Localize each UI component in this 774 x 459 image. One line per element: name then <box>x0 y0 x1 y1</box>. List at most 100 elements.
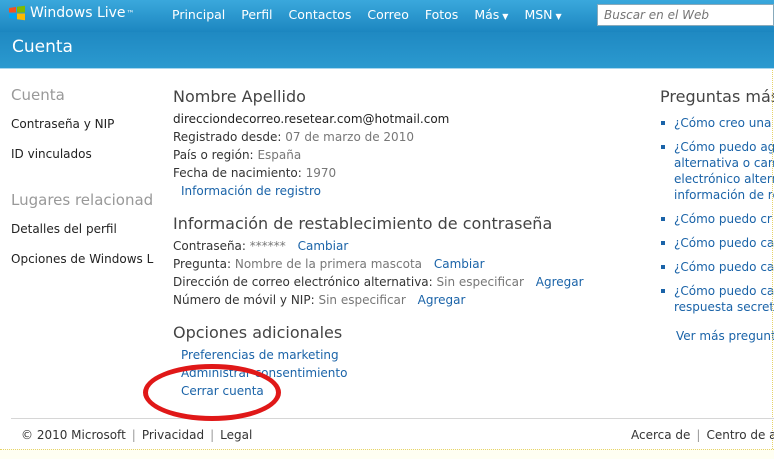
footer-center-link[interactable]: Centro de a <box>706 428 774 442</box>
windows-flag-icon <box>9 5 25 21</box>
sidebar-link-windows-options[interactable]: Opciones de Windows L <box>11 252 161 266</box>
faq-item-line: ¿Cómo puedo ca <box>674 236 774 250</box>
mobile-label: Número de móvil y NIP: <box>173 293 315 307</box>
nav-item-perfil[interactable]: Perfil <box>241 7 272 22</box>
main-content: Nombre Apellido direcciondecorreo.resete… <box>173 87 633 414</box>
red-circle-annotation <box>143 364 281 421</box>
sidebar-link-password[interactable]: Contraseña y NIP <box>11 117 161 131</box>
windows-live-logo[interactable]: Windows Live ™ <box>8 5 135 21</box>
nav-item-label: Correo <box>367 7 409 22</box>
faq-item-line: ¿Cómo puedo cr <box>674 212 772 226</box>
faq-item[interactable]: ¿Cómo puedo ca <box>660 235 774 251</box>
birth-row: Fecha de nacimiento: 1970 <box>173 164 633 182</box>
faq-item[interactable]: ¿Cómo puedo cr <box>660 211 774 227</box>
birth-label: Fecha de nacimiento: <box>173 166 302 180</box>
add-mobile-link[interactable]: Agregar <box>418 293 466 307</box>
country-value: España <box>257 148 302 162</box>
password-label: Contraseña: <box>173 239 246 253</box>
add-alt-email-link[interactable]: Agregar <box>536 275 584 289</box>
profile-name: Nombre Apellido <box>173 87 306 106</box>
nav-item-correo[interactable]: Correo <box>367 7 409 22</box>
nav-item-label: Fotos <box>424 7 459 22</box>
faq-item[interactable]: ¿Cómo puedo ca respuesta secreta <box>660 283 774 315</box>
faq-item-line: electrónico altern <box>674 172 774 186</box>
change-password-link[interactable]: Cambiar <box>298 239 349 253</box>
top-bar: Windows Live ™ Principal Perfil Contactos Co… <box>0 0 774 32</box>
registration-info-link[interactable]: Información de registro <box>181 184 321 198</box>
faq-item-line: respuesta secreta <box>674 300 774 314</box>
nav-item-label: MSN <box>524 7 553 22</box>
mobile-value: Sin especificar <box>318 293 406 307</box>
footer-separator: | <box>131 428 136 442</box>
faq-item-line: ¿Cómo puedo ca <box>674 284 774 298</box>
nav-item-fotos[interactable]: Fotos <box>425 7 458 22</box>
registered-value: 07 de marzo de 2010 <box>285 130 414 144</box>
country-label: País o región: <box>173 148 254 162</box>
country-row: País o región: España <box>173 146 633 164</box>
profile-email: direcciondecorreo.resetear.com@hotmail.c… <box>173 112 450 126</box>
birth-value: 1970 <box>305 166 337 180</box>
faq-title: Preguntas más <box>660 87 774 106</box>
registered-label: Registrado desde: <box>173 130 282 144</box>
alt-email-label: Dirección de correo electrónico alternat… <box>173 275 433 289</box>
profile-section: Nombre Apellido direcciondecorreo.resete… <box>173 87 633 200</box>
registration-info-row: Información de registro <box>173 182 633 200</box>
password-row: Contraseña: ****** Cambiar <box>173 237 633 255</box>
password-value: ****** <box>249 239 286 253</box>
question-row: Pregunta: Nombre de la primera mascota C… <box>173 255 633 273</box>
more-questions-link[interactable]: Ver más pregunt <box>660 329 774 343</box>
change-question-link[interactable]: Cambiar <box>434 257 485 271</box>
faq-item-line: ¿Cómo puedo ag <box>674 140 774 154</box>
brand-tm: ™ <box>126 8 135 18</box>
nav-item-label: Perfil <box>241 7 273 22</box>
question-value: Nombre de la primera mascota <box>234 257 423 271</box>
faq-item-line: información de re <box>674 188 774 202</box>
faq-item-line: ¿Cómo puedo ca <box>674 260 774 274</box>
nav-item-msn[interactable]: MSN ▼ <box>524 7 561 22</box>
faq-list: ¿Cómo creo una ¿Cómo puedo ag alternativa … <box>660 115 774 315</box>
footer-privacy-link[interactable]: Privacidad <box>142 428 204 442</box>
brand-name: Windows Live <box>30 5 126 21</box>
footer-about-link[interactable]: Acerca de <box>631 428 690 442</box>
footer-separator: | <box>696 428 701 442</box>
registered-row: Registrado desde: 07 de marzo de 2010 <box>173 128 633 146</box>
footer-legal-link[interactable]: Legal <box>220 428 252 442</box>
nav-item-label: Contactos <box>288 7 352 22</box>
faq-item[interactable]: ¿Cómo puedo ag alternativa o cam electróni… <box>660 139 774 203</box>
footer-divider <box>11 418 774 419</box>
faq-item-line: ¿Cómo creo una <box>674 116 772 130</box>
sidebar-link-profile-details[interactable]: Detalles del perfil <box>11 222 161 236</box>
faq-panel: Preguntas más ¿Cómo creo una ¿Cómo puedo … <box>660 87 774 343</box>
nav-item-label: Principal <box>172 7 226 22</box>
sidebar-link-linked-ids[interactable]: ID vinculados <box>11 147 161 161</box>
alt-email-value: Sin especificar <box>436 275 524 289</box>
password-reset-section: Información de restablecimiento de contr… <box>173 214 633 309</box>
footer-separator: | <box>210 428 215 442</box>
sidebar-section-cuenta: Cuenta <box>11 86 65 104</box>
nav-item-principal[interactable]: Principal <box>172 7 225 22</box>
question-label: Pregunta: <box>173 257 232 271</box>
nav-item-label: Más <box>474 7 500 22</box>
page-title: Cuenta <box>12 37 73 57</box>
faq-item[interactable]: ¿Cómo creo una <box>660 115 774 131</box>
header-divider <box>0 68 774 69</box>
marketing-row: Preferencias de marketing <box>173 346 633 364</box>
footer-copyright: © 2010 Microsoft <box>21 428 126 442</box>
marketing-preferences-link[interactable]: Preferencias de marketing <box>181 348 339 362</box>
sidebar: Cuenta Contraseña y NIP ID vinculados Lu… <box>11 86 161 282</box>
sidebar-section-places: Lugares relacionad <box>11 191 154 209</box>
faq-item-line: alternativa o cam <box>674 156 774 170</box>
mobile-row: Número de móvil y NIP: Sin especificar A… <box>173 291 633 309</box>
faq-item[interactable]: ¿Cómo puedo ca <box>660 259 774 275</box>
search-input[interactable] <box>597 4 774 26</box>
chevron-down-icon: ▼ <box>555 12 562 21</box>
footer-right: Acerca de | Centro de a <box>631 428 774 442</box>
password-reset-title: Información de restablecimiento de contr… <box>173 214 553 233</box>
nav-item-contactos[interactable]: Contactos <box>289 7 352 22</box>
main-nav: Principal Perfil Contactos Correo Fotos Más ▼ M… <box>172 7 578 22</box>
sub-header: Cuenta <box>0 32 774 69</box>
nav-item-m-s[interactable]: Más ▼ <box>474 7 508 22</box>
alt-email-row: Dirección de correo electrónico alternat… <box>173 273 633 291</box>
chevron-down-icon: ▼ <box>502 12 509 21</box>
